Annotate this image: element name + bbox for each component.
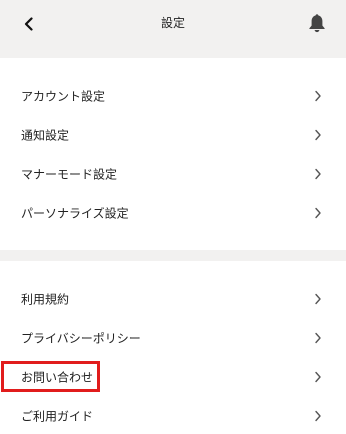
bell-icon (309, 14, 325, 33)
chevron-right-icon (315, 207, 321, 219)
settings-group-account: アカウント設定 通知設定 マナーモード設定 パーソナライズ設定 (0, 58, 346, 250)
settings-item-privacy[interactable]: プライバシーポリシー (0, 319, 346, 357)
notification-button[interactable] (306, 11, 328, 35)
settings-item-notification[interactable]: 通知設定 (0, 116, 346, 154)
settings-item-label: プライバシーポリシー (21, 331, 141, 346)
settings-screen: 設定 アカウント設定 通知設定 マナーモード設定 パーソナライズ設定 利用規約 (0, 0, 346, 434)
chevron-right-icon (315, 332, 321, 344)
page-title: 設定 (160, 16, 185, 30)
chevron-right-icon (315, 371, 321, 383)
settings-item-label: お問い合わせ (21, 370, 94, 385)
settings-item-label: ご利用ガイド (21, 409, 94, 424)
chevron-right-icon (315, 168, 321, 180)
settings-item-terms[interactable]: 利用規約 (0, 280, 346, 318)
settings-item-personalize[interactable]: パーソナライズ設定 (0, 194, 346, 232)
chevron-right-icon (315, 129, 321, 141)
chevron-right-icon (315, 410, 321, 422)
settings-item-label: パーソナライズ設定 (21, 206, 129, 221)
settings-item-label: 利用規約 (21, 292, 70, 307)
settings-item-label: アカウント設定 (21, 89, 106, 104)
settings-item-contact[interactable]: お問い合わせ (0, 358, 346, 396)
settings-item-account[interactable]: アカウント設定 (0, 77, 346, 115)
chevron-right-icon (315, 90, 321, 102)
chevron-right-icon (315, 293, 321, 305)
settings-group-info: 利用規約 プライバシーポリシー お問い合わせ ご利用ガイド (0, 261, 346, 434)
settings-item-guide[interactable]: ご利用ガイド (0, 397, 346, 434)
settings-item-label: 通知設定 (21, 128, 70, 143)
settings-item-label: マナーモード設定 (21, 167, 118, 182)
settings-item-manner-mode[interactable]: マナーモード設定 (0, 155, 346, 193)
header-bar: 設定 (0, 0, 346, 48)
